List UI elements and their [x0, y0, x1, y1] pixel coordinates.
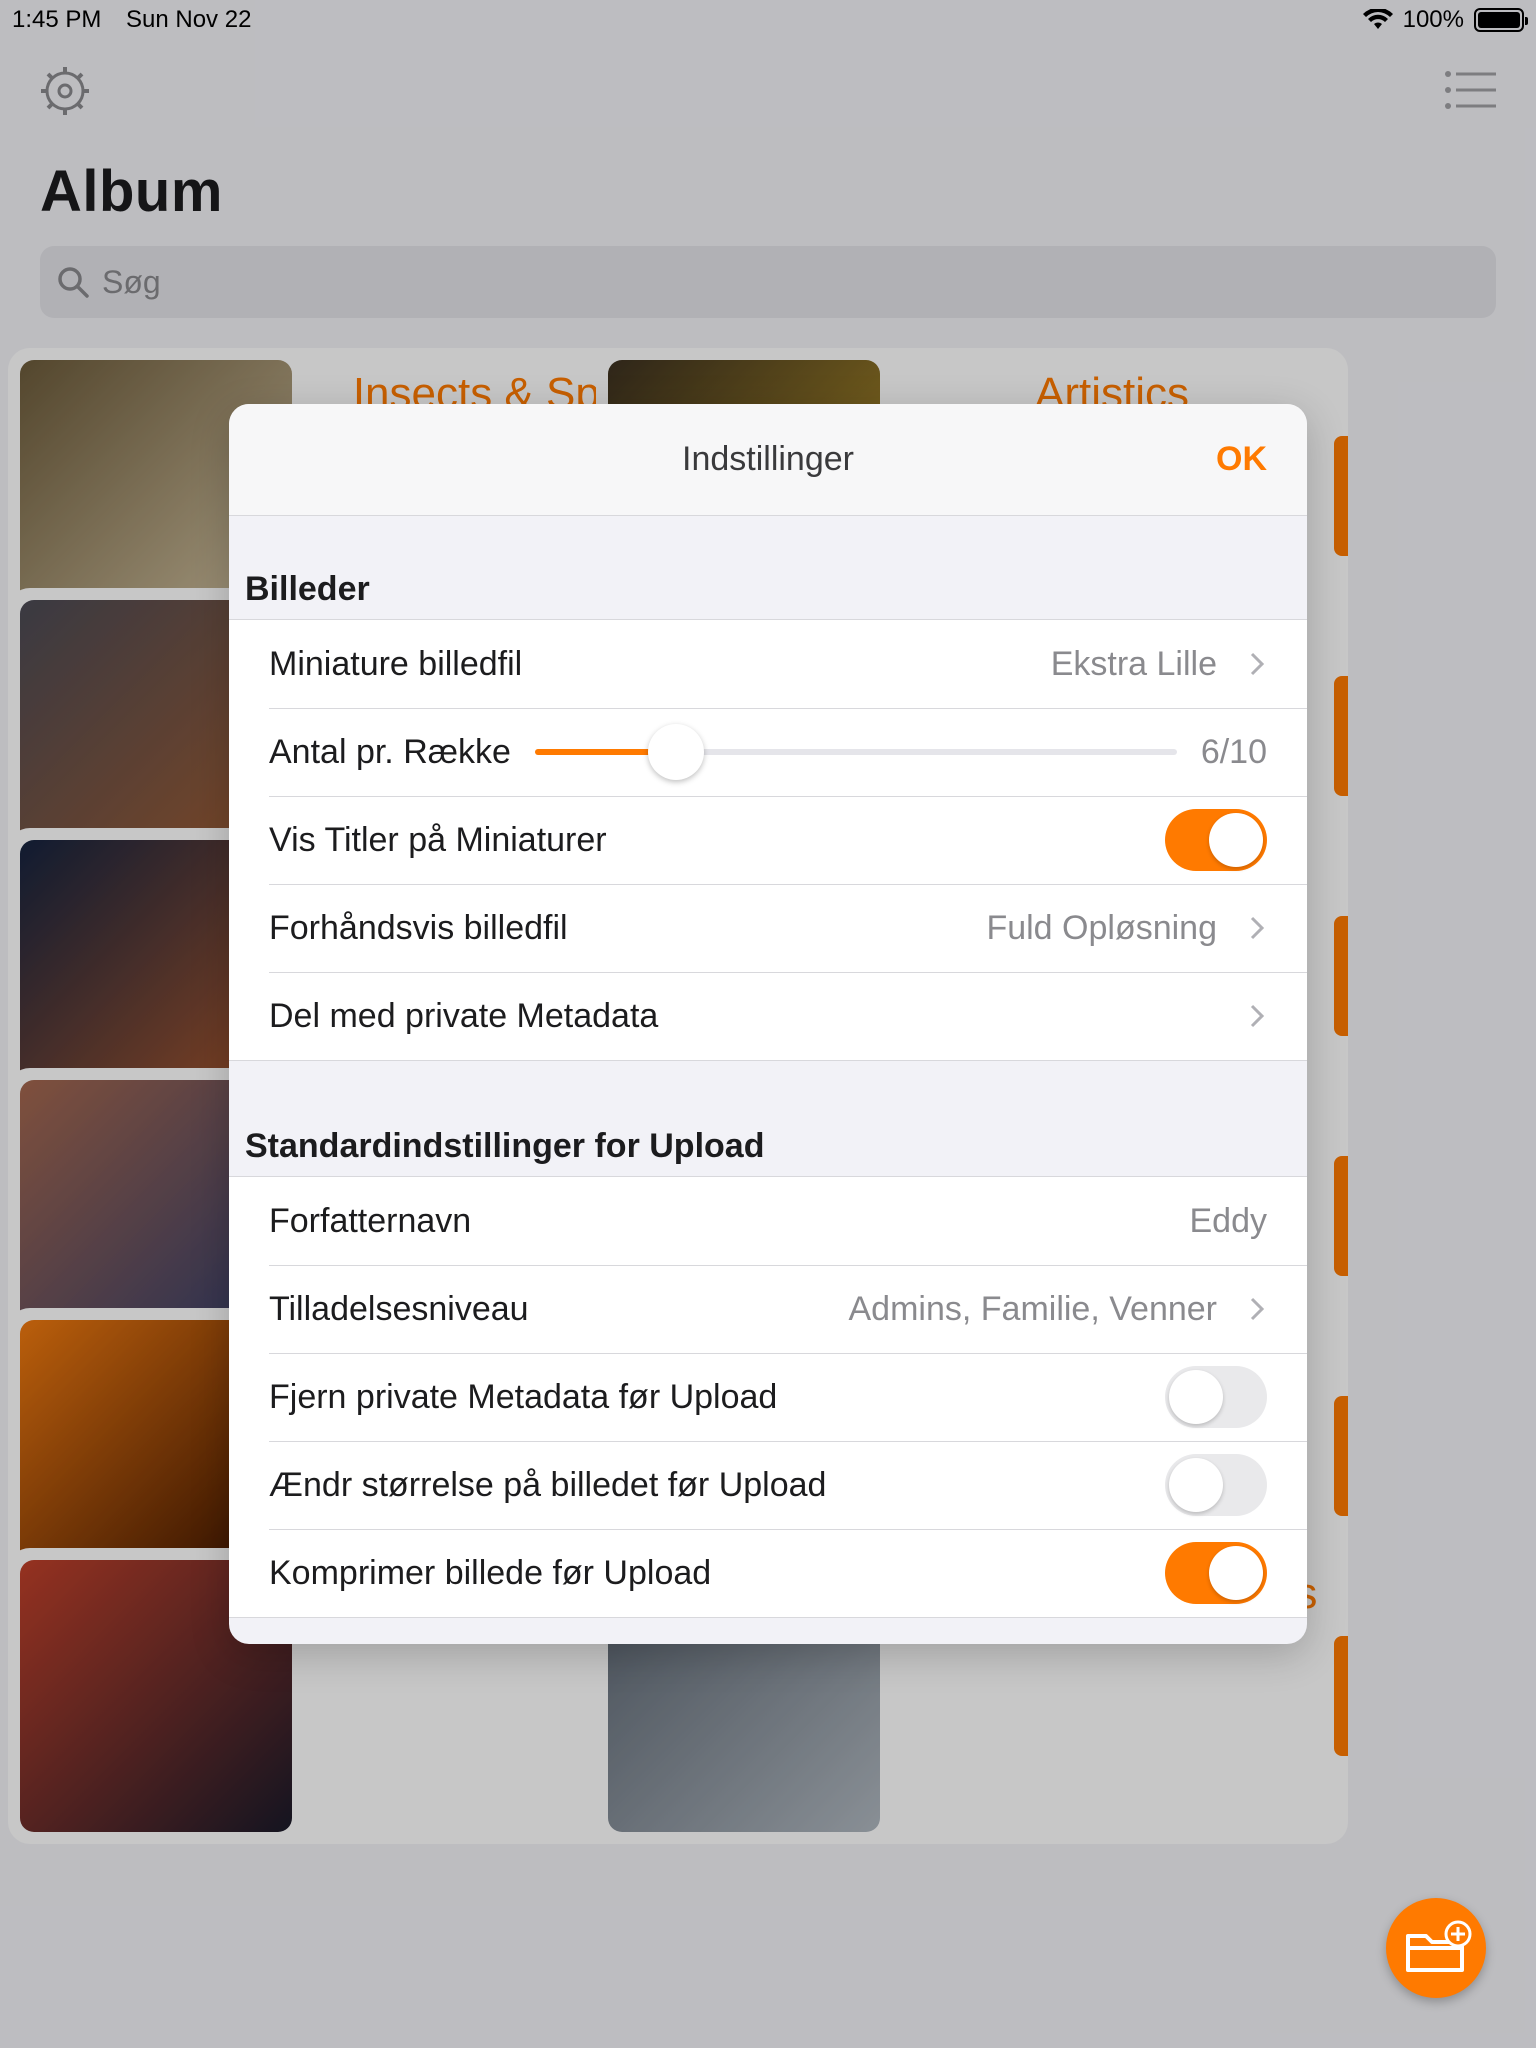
slider-thumb[interactable]	[648, 724, 705, 780]
show-titles-row: Vis Titler på Miniaturer	[229, 796, 1307, 884]
permission-label: Tilladelsesniveau	[269, 1289, 529, 1328]
permission-row[interactable]: Tilladelsesniveau Admins, Familie, Venne…	[229, 1265, 1307, 1353]
upload-settings-group: Forfatternavn Eddy Tilladelsesniveau Adm…	[229, 1176, 1307, 1618]
resize-toggle[interactable]	[1165, 1454, 1267, 1516]
chevron-right-icon	[1250, 1297, 1265, 1321]
images-settings-group: Miniature billedfil Ekstra Lille Antal p…	[229, 619, 1307, 1061]
add-album-button[interactable]	[1386, 1898, 1486, 1998]
compress-toggle[interactable]	[1165, 1542, 1267, 1604]
permission-value: Admins, Familie, Venner	[848, 1289, 1218, 1328]
resize-row: Ændr størrelse på billedet før Upload	[229, 1441, 1307, 1529]
section-heading-images: Billeder	[245, 570, 370, 608]
show-titles-label: Vis Titler på Miniaturer	[269, 820, 607, 859]
strip-metadata-label: Fjern private Metadata før Upload	[269, 1377, 778, 1416]
compress-row: Komprimer billede før Upload	[229, 1529, 1307, 1617]
thumbnail-size-label: Miniature billedfil	[269, 644, 523, 683]
per-row-slider[interactable]	[534, 721, 1177, 783]
chevron-right-icon	[1250, 1004, 1265, 1028]
compress-label: Komprimer billede før Upload	[269, 1553, 712, 1592]
author-row[interactable]: Forfatternavn Eddy	[229, 1177, 1307, 1265]
show-titles-toggle[interactable]	[1165, 809, 1267, 871]
strip-metadata-row: Fjern private Metadata før Upload	[229, 1353, 1307, 1441]
preview-size-value: Fuld Opløsning	[986, 908, 1217, 947]
per-row-value: 6/10	[1200, 732, 1267, 771]
modal-title: Indstillinger	[682, 440, 854, 478]
share-metadata-row[interactable]: Del med private Metadata	[229, 972, 1307, 1060]
folder-add-icon	[1406, 1920, 1472, 1972]
resize-label: Ændr størrelse på billedet før Upload	[269, 1465, 827, 1504]
strip-metadata-toggle[interactable]	[1165, 1366, 1267, 1428]
settings-modal: Indstillinger OK Billeder Miniature bill…	[229, 404, 1307, 1644]
thumbnail-size-value: Ekstra Lille	[1050, 644, 1217, 683]
per-row-row: Antal pr. Række 6/10	[229, 708, 1307, 796]
thumbnail-size-row[interactable]: Miniature billedfil Ekstra Lille	[229, 620, 1307, 708]
chevron-right-icon	[1250, 652, 1265, 676]
per-row-label: Antal pr. Række	[269, 732, 511, 771]
ok-button[interactable]: OK	[1216, 440, 1267, 479]
preview-size-label: Forhåndsvis billedfil	[269, 908, 568, 947]
section-heading-upload: Standardindstillinger for Upload	[245, 1127, 765, 1165]
chevron-right-icon	[1250, 916, 1265, 940]
author-label: Forfatternavn	[269, 1201, 472, 1240]
preview-size-row[interactable]: Forhåndsvis billedfil Fuld Opløsning	[229, 884, 1307, 972]
modal-header: Indstillinger OK	[229, 404, 1307, 516]
author-value[interactable]: Eddy	[1190, 1202, 1268, 1241]
share-metadata-label: Del med private Metadata	[269, 996, 659, 1035]
